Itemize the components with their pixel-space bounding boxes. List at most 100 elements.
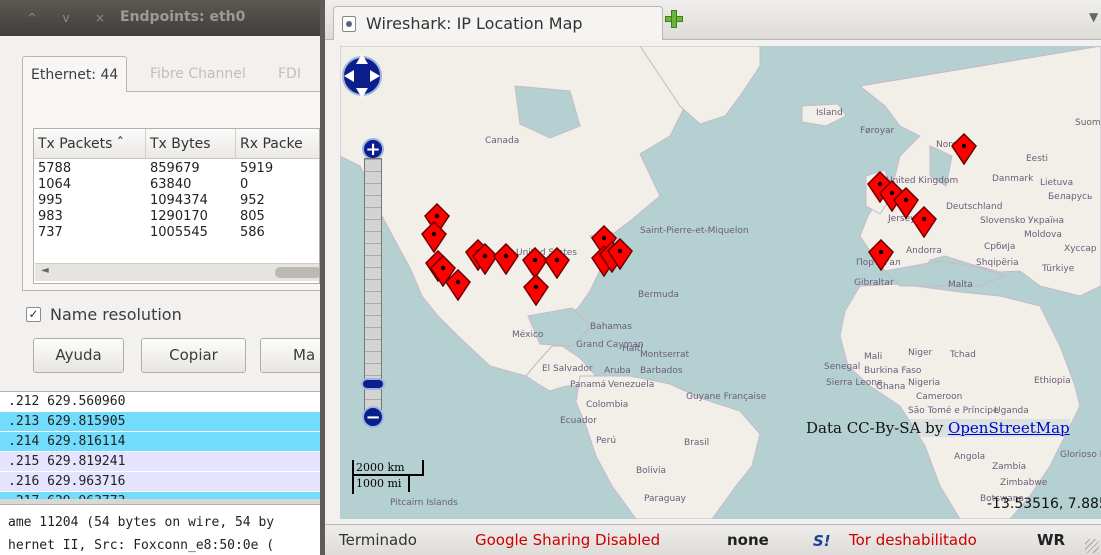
mouse-coordinates: -13.53516, 7.88515 bbox=[987, 496, 1101, 512]
table-cell: 0 bbox=[240, 177, 249, 192]
map-button[interactable]: Ma bbox=[260, 338, 320, 373]
wr-indicator[interactable]: WR bbox=[1037, 531, 1065, 549]
copy-button[interactable]: Copiar bbox=[141, 338, 246, 373]
map-label-bahamas: Bahamas bbox=[590, 322, 632, 332]
zoom-slider-thumb[interactable] bbox=[361, 378, 385, 390]
help-button[interactable]: Ayuda bbox=[33, 338, 124, 373]
tab-ip-location-map[interactable]: Wireshark: IP Location Map bbox=[333, 6, 663, 40]
packet-row[interactable]: .215 629.819241 bbox=[0, 452, 320, 471]
resize-grip-icon[interactable] bbox=[1085, 539, 1099, 553]
map-label-bolivia: Bolivia bbox=[636, 466, 667, 476]
map-label-sierra-leone: Sierra Leone bbox=[826, 378, 883, 388]
minimize-icon[interactable]: v bbox=[58, 10, 74, 26]
map-window: Wireshark: IP Location Map ▼ Canada Isla… bbox=[320, 0, 1101, 555]
map-label-aruba: Aruba bbox=[604, 366, 631, 376]
packet-row[interactable]: .212 629.560960 bbox=[0, 392, 320, 411]
map-label-ghana: Ghana bbox=[876, 382, 906, 392]
location-marker-icon[interactable] bbox=[493, 243, 519, 275]
proxy-status[interactable]: none bbox=[727, 531, 769, 549]
table-header: Tx Packets ˆ Tx Bytes Rx Packe bbox=[34, 129, 319, 159]
map-label-brazil: Brasil bbox=[684, 438, 710, 448]
packet-row[interactable]: .214 629.816114 bbox=[0, 432, 320, 451]
scrollbar-thumb[interactable] bbox=[275, 267, 319, 278]
attribution-text: Data CC-By-SA by bbox=[806, 419, 949, 437]
map-label-moldova: Moldova bbox=[1024, 230, 1062, 240]
detail-frame[interactable]: ame 11204 (54 bytes on wire, 54 by bbox=[8, 513, 274, 533]
tab-fibre-channel[interactable]: Fibre Channel bbox=[142, 56, 254, 92]
zoom-control[interactable]: + − bbox=[361, 138, 385, 428]
map-label-sao-tome: São Tomé e Príncipe bbox=[908, 406, 999, 416]
map-label-niger: Niger bbox=[908, 348, 933, 358]
map-label-ecuador: Ecuador bbox=[560, 416, 597, 426]
map-label-estonia: Eesti bbox=[1026, 154, 1048, 164]
name-resolution-checkbox[interactable]: ✓ bbox=[26, 307, 41, 322]
map-label-barbados: Barbados bbox=[640, 366, 683, 376]
packet-list: .212 629.560960.213 629.815905.214 629.8… bbox=[0, 391, 320, 499]
map-label-nigeria: Nigeria bbox=[908, 378, 941, 388]
location-marker-icon[interactable] bbox=[911, 206, 937, 238]
location-marker-icon[interactable] bbox=[445, 269, 471, 301]
map-label-angola: Angola bbox=[954, 452, 986, 462]
table-cell: 952 bbox=[240, 193, 265, 208]
table-row[interactable]: 5788 859679 5919 bbox=[34, 161, 319, 177]
map-viewport[interactable]: Canada Island Føroyar Suomi Norge Eesti Danmar… bbox=[340, 46, 1101, 519]
location-marker-icon[interactable] bbox=[951, 133, 977, 165]
table-cell: 1094374 bbox=[150, 193, 208, 208]
table-cell: 586 bbox=[240, 225, 265, 240]
endpoints-titlebar[interactable]: ^ v × Endpoints: eth0 bbox=[0, 0, 320, 36]
close-icon[interactable]: × bbox=[92, 10, 108, 26]
location-marker-icon[interactable] bbox=[607, 238, 633, 270]
page-icon bbox=[342, 16, 356, 32]
table-row[interactable]: 983 1290170 805 bbox=[34, 209, 319, 225]
status-text: Terminado bbox=[339, 531, 417, 549]
zoom-out-button[interactable]: − bbox=[362, 406, 384, 428]
column-rx-packets[interactable]: Rx Packe bbox=[236, 129, 319, 159]
google-sharing-status[interactable]: Google Sharing Disabled bbox=[475, 531, 660, 549]
table-cell: 1290170 bbox=[150, 209, 208, 224]
tab-ethernet[interactable]: Ethernet: 44 bbox=[22, 56, 128, 92]
table-row[interactable]: 737 1005545 586 bbox=[34, 225, 319, 241]
maximize-icon[interactable]: ^ bbox=[24, 10, 40, 26]
detail-ethernet[interactable]: hernet II, Src: Foxconn_e8:50:0e ( bbox=[8, 536, 274, 555]
map-label-chad: Tchad bbox=[950, 350, 976, 360]
map-label-glorioso: Glorioso Islands bbox=[1060, 450, 1101, 460]
table-row[interactable]: 995 1094374 952 bbox=[34, 193, 319, 209]
packet-row[interactable]: .217 629.963773 bbox=[0, 492, 320, 499]
map-label-peru: Perú bbox=[596, 436, 617, 446]
zoom-in-button[interactable]: + bbox=[362, 138, 384, 160]
map-label-montserrat: Montserrat bbox=[640, 350, 690, 360]
map-label-mali: Mali bbox=[864, 352, 883, 362]
map-label-serbia: Србија bbox=[984, 242, 1016, 252]
table-cell: 5919 bbox=[240, 161, 274, 176]
location-marker-icon[interactable] bbox=[421, 221, 447, 253]
column-tx-packets[interactable]: Tx Packets ˆ bbox=[34, 129, 146, 159]
pan-control[interactable] bbox=[340, 46, 384, 106]
noscript-icon[interactable]: S! bbox=[813, 532, 831, 550]
map-label-albania: Shqipëria bbox=[976, 258, 1019, 268]
tor-status[interactable]: Tor deshabilitado bbox=[849, 531, 977, 549]
statusbar: Terminado Google Sharing Disabled none S… bbox=[325, 524, 1101, 555]
map-label-iceland: Island bbox=[816, 108, 843, 118]
openstreetmap-link[interactable]: OpenStreetMap bbox=[948, 419, 1070, 437]
tab-list-icon[interactable]: ▼ bbox=[1089, 10, 1098, 24]
map-label-paraguay: Paraguay bbox=[644, 494, 687, 504]
scale-bar: 2000 km 1000 mi bbox=[352, 460, 432, 496]
packet-row[interactable]: .216 629.963716 bbox=[0, 472, 320, 491]
zoom-slider-track[interactable] bbox=[364, 158, 382, 412]
table-row[interactable]: 1064 63840 0 bbox=[34, 177, 319, 193]
map-label-finland: Suomi bbox=[1075, 118, 1101, 128]
location-marker-icon[interactable] bbox=[544, 247, 570, 279]
endpoints-table: Tx Packets ˆ Tx Bytes Rx Packe 5788 85967… bbox=[33, 128, 320, 284]
map-label-andorra: Andorra bbox=[906, 246, 942, 256]
packet-row[interactable]: .213 629.815905 bbox=[0, 412, 320, 431]
scroll-left-icon[interactable]: ◄ bbox=[41, 265, 49, 276]
map-label-venezuela: Venezuela bbox=[608, 380, 655, 390]
horizontal-scrollbar[interactable]: ◄ bbox=[35, 263, 319, 281]
new-tab-icon[interactable] bbox=[665, 10, 683, 28]
map-label-slovakia: Slovensko bbox=[980, 216, 1026, 226]
location-marker-icon[interactable] bbox=[868, 239, 894, 271]
map-label-cameroon: Cameroon bbox=[916, 392, 963, 402]
column-tx-bytes[interactable]: Tx Bytes bbox=[146, 129, 236, 159]
window-title: Endpoints: eth0 bbox=[120, 9, 246, 25]
tab-fddi[interactable]: FDI bbox=[270, 56, 309, 92]
